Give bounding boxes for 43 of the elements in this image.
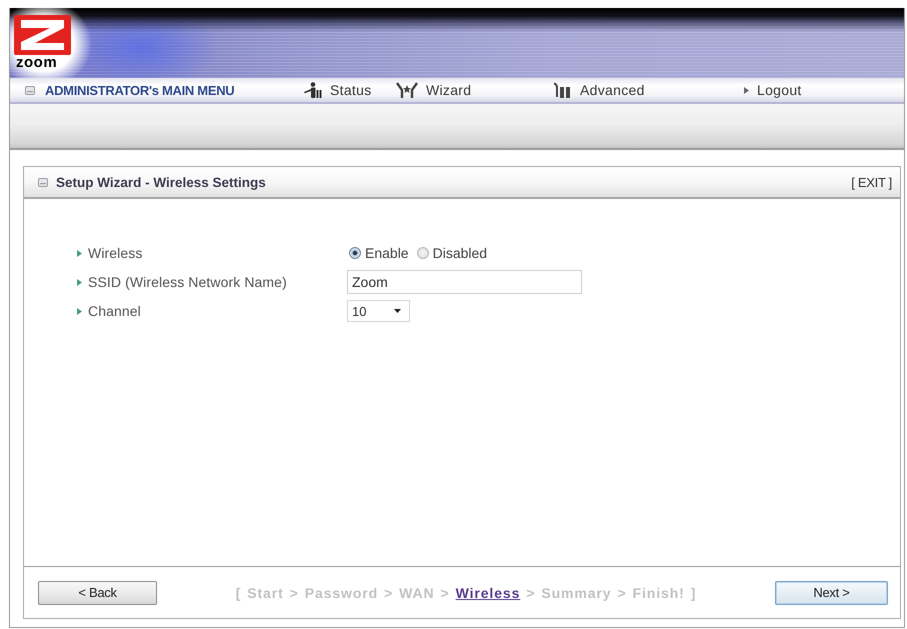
wizard-step: Summary: [541, 584, 612, 600]
square-icon: [25, 86, 35, 94]
main-menu-link[interactable]: ADMINISTRATOR's MAIN MENU: [45, 82, 302, 98]
triangle-right-icon: [744, 86, 749, 94]
logo-text: zoom: [15, 56, 58, 70]
field-label: SSID (Wireless Network Name): [88, 274, 287, 290]
ssid-input[interactable]: Zoom: [347, 270, 582, 294]
nav-link[interactable]: Wizard: [396, 82, 552, 98]
wizard-step[interactable]: Wireless: [456, 584, 520, 600]
nav-link[interactable]: Status: [302, 82, 396, 98]
back-button[interactable]: < Back: [38, 580, 157, 604]
next-button[interactable]: Next >: [774, 580, 888, 604]
radio-button[interactable]: [349, 247, 361, 259]
z-logo-icon: [14, 15, 71, 55]
step-separator: >: [617, 584, 627, 600]
channel-select[interactable]: 10: [347, 300, 410, 322]
caret-down-icon: [394, 309, 401, 313]
arms-raised-icon: [396, 82, 418, 98]
radio-label[interactable]: Enable: [365, 245, 409, 261]
triangle-bullet-icon: [77, 308, 82, 314]
window-icon: [38, 178, 48, 186]
triangle-bullet-icon: [77, 278, 82, 286]
step-separator: >: [290, 584, 299, 600]
field-label: Channel: [88, 303, 141, 319]
wizard-step: Password: [304, 584, 378, 600]
step-separator: >: [440, 584, 450, 600]
radio-label[interactable]: Disabled: [432, 245, 488, 261]
wizard-step: WAN: [399, 584, 435, 600]
triangle-bullet-icon: [77, 250, 82, 256]
person-desk-icon: [302, 82, 322, 98]
step-separator: >: [384, 584, 394, 600]
wizard-step: Finish!: [632, 584, 685, 600]
panel-title: Setup Wizard - Wireless Settings: [56, 174, 267, 190]
step-separator: >: [526, 584, 536, 600]
step-bracket: [: [236, 584, 242, 600]
hook-bars-icon: [552, 82, 572, 98]
wizard-step: Start: [247, 584, 284, 600]
field-label: Wireless: [88, 245, 142, 261]
nav-link[interactable]: Advanced: [552, 82, 744, 98]
step-bracket: ]: [690, 584, 696, 600]
nav-link[interactable]: Logout: [744, 82, 904, 98]
radio-button[interactable]: [416, 247, 429, 259]
exit-link[interactable]: [ EXIT ]: [851, 174, 892, 190]
